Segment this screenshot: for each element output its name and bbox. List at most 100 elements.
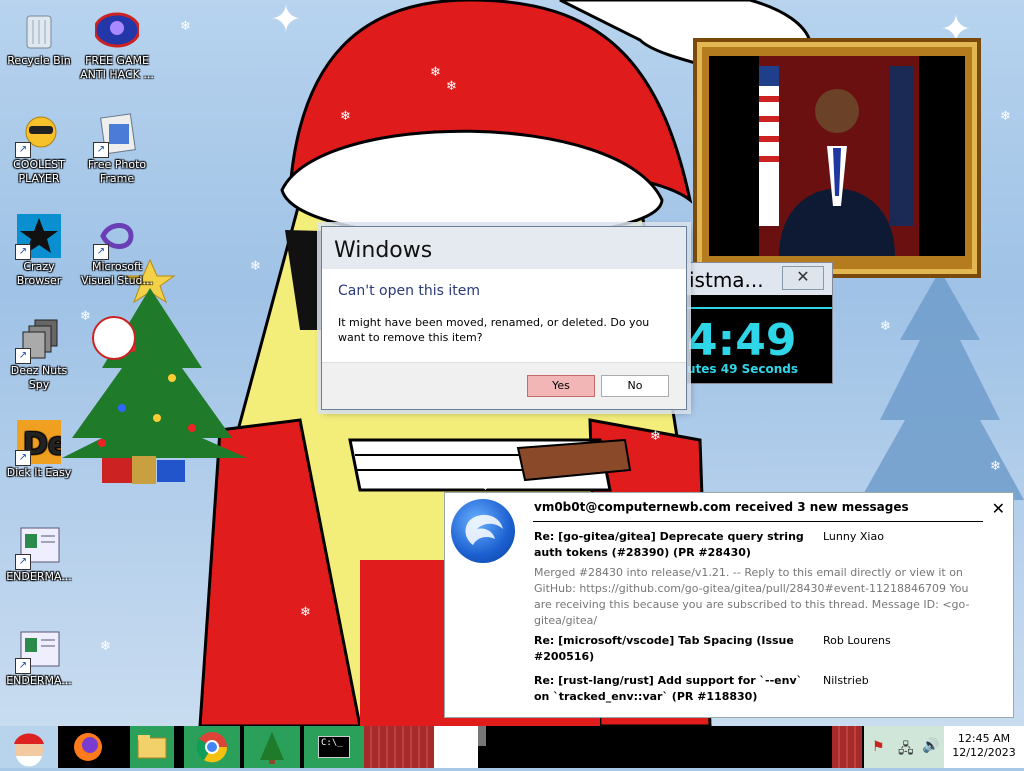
desktop-icon-label: COOLEST PLAYER xyxy=(13,158,65,185)
dialog-title: Windows xyxy=(322,227,686,269)
santa-start-icon xyxy=(14,733,44,767)
shortcut-arrow-icon: ↗ xyxy=(93,142,109,158)
snowflake: ❄ xyxy=(100,639,111,654)
snowflake: ❄ xyxy=(180,19,191,34)
taskbar-separator xyxy=(478,726,486,746)
notification-close-button[interactable]: ✕ xyxy=(992,499,1005,518)
snowflake: ❄ xyxy=(640,29,651,44)
dialog-heading: Can't open this item xyxy=(338,283,481,299)
countdown-time: 4:49 xyxy=(687,315,797,366)
taskbar-item-blank[interactable] xyxy=(434,726,478,768)
desktop-icon-dick-it-easy[interactable]: De ↗ Dick It Easy xyxy=(0,420,78,480)
message-sender: Nilstrieb xyxy=(823,674,869,687)
partially-hidden-desktop-icon[interactable] xyxy=(92,316,136,360)
snowflake: ❄ xyxy=(430,65,441,80)
christmas-tree-gadget[interactable] xyxy=(62,258,252,493)
desktop-icon-coolest-player[interactable]: ↗ COOLEST PLAYER xyxy=(0,112,78,186)
desktop-icon-label: Microsoft Visual Stud... xyxy=(80,260,154,287)
start-button[interactable] xyxy=(0,726,58,768)
desktop-icon-visual-studio[interactable]: ↗ Microsoft Visual Stud... xyxy=(78,214,156,288)
countdown-close-button[interactable]: ✕ xyxy=(782,266,824,290)
folder-icon xyxy=(137,735,167,759)
chrome-icon xyxy=(196,732,228,763)
volume-icon[interactable]: 🔊 xyxy=(922,738,939,754)
message-sender: Lunny Xiao xyxy=(823,530,884,543)
clock-date: 12/12/2023 xyxy=(952,746,1016,759)
message-subject[interactable]: Re: [go-gitea/gitea] Deprecate query str… xyxy=(534,529,814,561)
snowflake: ❄ xyxy=(446,79,457,94)
coolest-player-icon: ↗ xyxy=(15,112,61,158)
photo-frame-icon: ↗ xyxy=(93,112,139,158)
visual-studio-icon: ↗ xyxy=(93,214,139,260)
snowflake: ❄ xyxy=(300,605,311,620)
taskbar-item[interactable] xyxy=(364,726,434,768)
desktop-icon-label: Deez Nuts Spy xyxy=(10,364,68,391)
clock-time: 12:45 AM xyxy=(957,732,1011,745)
christmas-countdown-gadget[interactable]: istma... ✕ 4:49 utes 49 Seconds xyxy=(686,262,833,384)
shortcut-arrow-icon: ↗ xyxy=(15,554,31,570)
firefox-icon xyxy=(74,733,102,761)
message-subject[interactable]: Re: [microsoft/vscode] Tab Spacing (Issu… xyxy=(534,633,814,665)
desktop-icon-label: Free Photo Frame xyxy=(87,158,147,185)
desktop-icon-label: Crazy Browser xyxy=(16,260,62,287)
notification-divider xyxy=(533,521,983,522)
countdown-divider xyxy=(687,307,832,309)
desktop-icon-enderma-2[interactable]: ↗ ENDERMA... xyxy=(0,628,78,688)
thunderbird-logo-icon xyxy=(451,499,515,563)
enderma-icon: ↗ xyxy=(15,524,61,570)
taskbar-clock[interactable]: 12:45 AM 12/12/2023 xyxy=(944,726,1024,768)
photo-frame-gadget[interactable] xyxy=(693,38,981,278)
portrait-photo xyxy=(709,56,965,256)
desktop-icon-label: Recycle Bin xyxy=(7,54,71,67)
shortcut-arrow-icon: ↗ xyxy=(15,450,31,466)
snowflake: ❄ xyxy=(990,459,1001,474)
taskbar-command-prompt[interactable]: C:\_ xyxy=(304,726,364,768)
shortcut-arrow-icon: ↗ xyxy=(15,142,31,158)
enderma-icon: ↗ xyxy=(15,628,61,674)
taskbar-chrome[interactable] xyxy=(184,726,240,768)
shortcut-arrow-icon: ↗ xyxy=(15,658,31,674)
action-center-icon[interactable]: ⚑ xyxy=(872,739,885,755)
shortcut-arrow-icon: ↗ xyxy=(93,244,109,260)
network-icon[interactable]: 🖧 xyxy=(898,738,914,762)
desktop-icon-anti-hack[interactable]: FREE GAME ANTI HACK ... xyxy=(78,8,156,82)
anti-hack-icon xyxy=(93,8,141,52)
christmas-tree-icon xyxy=(260,732,284,764)
snowflake: ❄ xyxy=(650,429,661,444)
desktop-icon-recycle-bin[interactable]: Recycle Bin xyxy=(0,8,78,68)
cant-open-item-dialog: Windows Can't open this item It might ha… xyxy=(321,226,687,410)
desktop-icon-label: Dick It Easy xyxy=(6,466,72,479)
new-mail-notification[interactable]: vm0b0t@computernewb.com received 3 new m… xyxy=(444,492,1014,718)
snowflake: ❄ xyxy=(340,109,351,124)
deez-nuts-spy-icon: ↗ xyxy=(15,318,61,364)
dialog-message: It might have been moved, renamed, or de… xyxy=(338,316,650,344)
notification-header: vm0b0t@computernewb.com received 3 new m… xyxy=(534,500,909,514)
desktop-icon-crazy-browser[interactable]: ↗ Crazy Browser xyxy=(0,214,78,288)
desktop-icon-label: FREE GAME ANTI HACK ... xyxy=(80,54,154,81)
shortcut-arrow-icon: ↗ xyxy=(15,244,31,260)
snowflake: ❄ xyxy=(880,319,891,334)
taskbar-file-explorer[interactable] xyxy=(130,726,174,768)
desktop-icon-label: ENDERMA... xyxy=(6,570,72,583)
taskbar-christmas-tree[interactable] xyxy=(244,726,300,768)
recycle-bin-icon xyxy=(17,8,61,52)
desktop-icon-photo-frame[interactable]: ↗ Free Photo Frame xyxy=(78,112,156,186)
cmd-icon: C:\_ xyxy=(318,736,350,758)
taskbar-firefox[interactable] xyxy=(66,726,110,768)
yes-button[interactable]: Yes xyxy=(527,375,595,397)
crazy-browser-icon: ↗ xyxy=(15,214,61,260)
desktop-icon-label: ENDERMA... xyxy=(6,674,72,687)
no-button[interactable]: No xyxy=(601,375,669,397)
system-tray: ⚑ 🖧 🔊 xyxy=(864,726,944,768)
snowflake: ❄ xyxy=(560,149,571,164)
show-hidden-icons-button[interactable] xyxy=(832,726,862,768)
desktop-icon-deez-nuts-spy[interactable]: ↗ Deez Nuts Spy xyxy=(0,318,78,392)
message-preview: Merged #28430 into release/v1.21. -- Rep… xyxy=(534,566,970,627)
dick-it-easy-icon: De ↗ xyxy=(15,420,68,466)
desktop-icon-enderma-1[interactable]: ↗ ENDERMA... xyxy=(0,524,78,584)
message-sender: Rob Lourens xyxy=(823,634,891,647)
countdown-subtitle: utes 49 Seconds xyxy=(687,362,799,376)
sparkle-icon: ✦ xyxy=(270,0,302,41)
message-subject[interactable]: Re: [rust-lang/rust] Add support for `--… xyxy=(534,673,814,705)
snowflake: ❄ xyxy=(1000,109,1011,124)
